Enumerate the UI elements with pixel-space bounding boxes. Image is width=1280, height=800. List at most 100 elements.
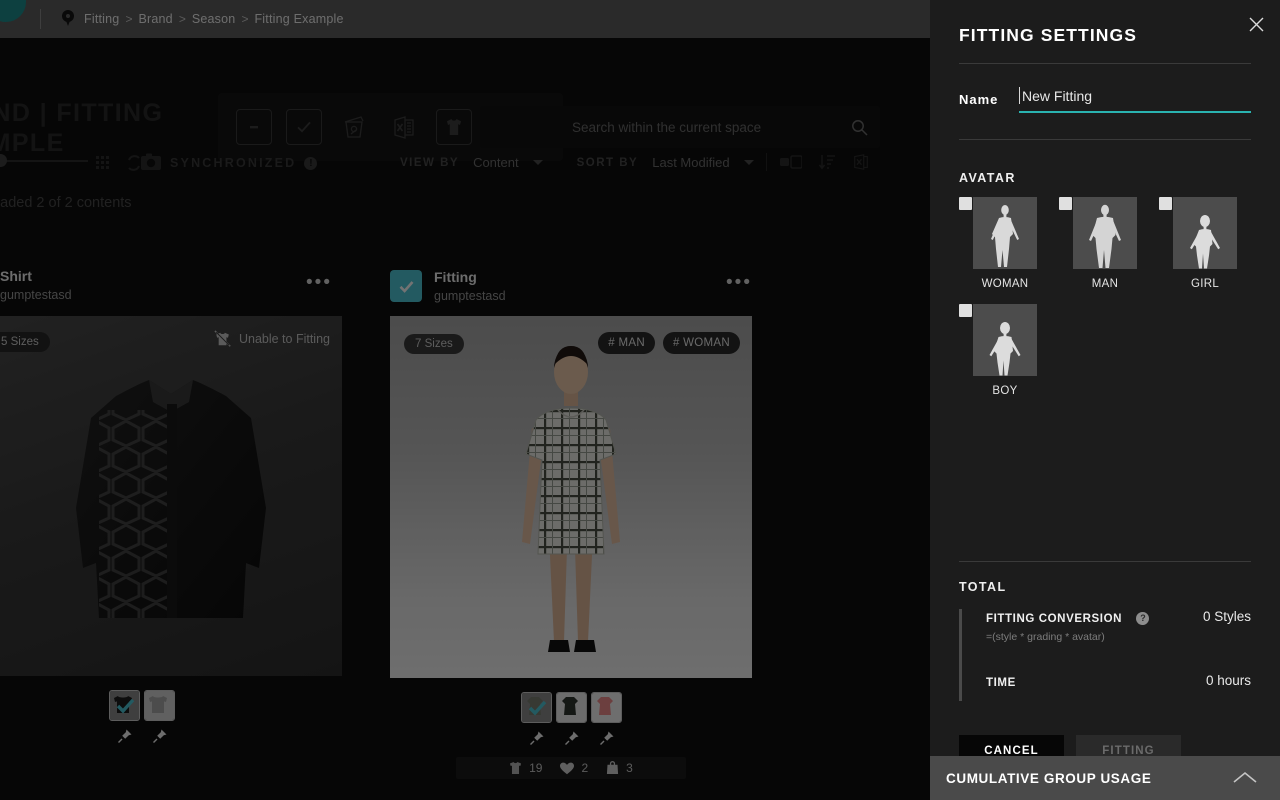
view-by-label: VIEW BY [400,156,460,169]
list-item[interactable] [521,692,552,723]
heart-icon [560,762,575,774]
avatar-checkbox[interactable] [959,304,972,317]
breadcrumb: Fitting > Brand > Season > Fitting Examp… [84,12,344,26]
size-badge: 5 Sizes [0,332,50,352]
search-input[interactable] [480,119,838,135]
avatar-label: WOMAN [981,278,1029,290]
sort-by-value[interactable]: Last Modified [652,155,729,170]
avatar-thumbnail[interactable] [973,197,1037,269]
excel-export-icon[interactable] [386,109,422,145]
name-label: Name [959,92,999,107]
search-bar[interactable] [480,106,880,148]
cumulative-group-usage-bar[interactable]: CUMULATIVE GROUP USAGE [930,756,1280,800]
size-badge: 7 Sizes [404,334,464,354]
total-value: 0 Styles [1202,609,1251,624]
shirt-card[interactable]: Shirt gumptestasd ••• 5 Sizes Unable to … [0,268,342,744]
avatar-label: GIRL [1190,278,1220,290]
avatar-label: BOY [992,385,1018,397]
card-title: Shirt [0,268,32,284]
card-title: Fitting [434,269,477,285]
avatar-option-woman[interactable]: WOMAN [959,197,1059,290]
sync-camera-icon [128,153,161,171]
avatar-option-boy[interactable]: BOY [959,304,1059,397]
app-logo-icon[interactable] [0,0,40,38]
total-accent-bar [959,609,962,701]
excel-icon[interactable] [852,153,870,171]
view-tools [780,153,870,171]
breadcrumb-item-1[interactable]: Brand [138,12,172,26]
avatar-checkbox[interactable] [1059,197,1072,210]
chevron-down-icon[interactable] [532,160,543,165]
info-icon[interactable]: ! [304,156,318,170]
total-row-time: TIME 0 hours [986,673,1251,691]
fitting-name-input[interactable] [1019,86,1251,113]
total-section-title: TOTAL [959,580,1007,594]
header-row: BRAND | FITTING EXAMPLE [0,38,930,161]
stat-value: 19 [529,761,543,775]
bag-icon [607,761,619,775]
sort-descending-icon[interactable] [818,153,836,171]
minus-box-icon[interactable] [236,109,272,145]
avatar-thumbnail[interactable] [1073,197,1137,269]
help-icon[interactable]: ? [1136,612,1150,625]
cumulative-group-usage-label: CUMULATIVE GROUP USAGE [946,770,1152,786]
app-root: Fitting > Brand > Season > Fitting Examp… [0,0,1280,800]
panel-title: FITTING SETTINGS [959,25,1138,45]
location-pin-icon [61,10,75,28]
list-item[interactable] [556,692,587,723]
list-item[interactable] [144,690,175,721]
avatar-thumbnail[interactable] [973,304,1037,376]
toolbar-divider [766,153,767,171]
breadcrumb-item-3[interactable]: Fitting Example [254,12,343,26]
garment-icon[interactable] [436,109,472,145]
trash-restore-icon[interactable] [336,109,372,145]
view-sort-controls: VIEW BY Content SORT BY Last Modified [400,155,754,170]
sort-by-label: SORT BY [576,156,639,169]
check-box-icon[interactable] [286,109,322,145]
fitting-card-header: Fitting gumptestasd ••• [390,268,752,303]
breadcrumb-sep: > [178,12,186,26]
card-checkbox[interactable] [390,270,422,302]
pin-icon[interactable] [110,728,139,744]
tag-woman[interactable]: # WOMAN [662,332,740,354]
fitting-thumbnails [521,692,752,746]
avatar-option-man[interactable]: MAN [1059,197,1159,290]
pin-icon[interactable] [145,728,174,744]
total-box: FITTING CONVERSION ? =(style * grading *… [959,609,1251,701]
grid-view-icon[interactable] [96,156,110,170]
close-icon[interactable] [1243,11,1269,37]
list-item[interactable] [109,690,140,721]
total-row-conversion: FITTING CONVERSION ? =(style * grading *… [986,609,1251,643]
list-item[interactable] [591,692,622,723]
fitting-preview-image[interactable]: 7 Sizes # MAN # WOMAN [390,316,752,678]
card-menu-button[interactable]: ••• [726,273,752,292]
shirt-preview-image[interactable]: 5 Sizes Unable to Fitting [0,316,342,676]
card-menu-button[interactable]: ••• [306,273,332,292]
chevron-down-icon[interactable] [743,160,754,165]
zoom-slider[interactable] [0,154,88,167]
control-row: SYNCHRONIZED ! VIEW BY Content SORT BY L… [0,145,930,179]
chevron-up-icon[interactable] [1232,771,1258,785]
avatar-option-girl[interactable]: GIRL [1159,197,1259,290]
breadcrumb-item-0[interactable]: Fitting [84,12,119,26]
avatar-thumbnail[interactable] [1173,197,1237,269]
avatar-section-title: AVATAR [959,171,1016,185]
breadcrumb-item-2[interactable]: Season [192,12,236,26]
divider [959,139,1251,140]
compare-view-icon[interactable] [780,155,802,169]
breadcrumb-bar: Fitting > Brand > Season > Fitting Examp… [0,0,930,38]
app-background: Fitting > Brand > Season > Fitting Examp… [0,0,930,800]
pin-icon[interactable] [522,730,551,746]
view-by-value[interactable]: Content [473,155,519,170]
card-subtitle: gumptestasd [434,289,506,303]
pin-icon[interactable] [592,730,621,746]
pin-icon[interactable] [557,730,586,746]
stat-garments: 19 [509,761,542,775]
fitting-card[interactable]: Fitting gumptestasd ••• 7 Sizes # MAN # … [390,268,752,746]
total-key: TIME [986,677,1016,689]
avatar-checkbox[interactable] [959,197,972,210]
woman-avatar-icon [991,205,1019,267]
synchronized-toggle[interactable]: SYNCHRONIZED ! [128,153,318,173]
avatar-checkbox[interactable] [1159,197,1172,210]
search-icon[interactable] [838,106,880,148]
